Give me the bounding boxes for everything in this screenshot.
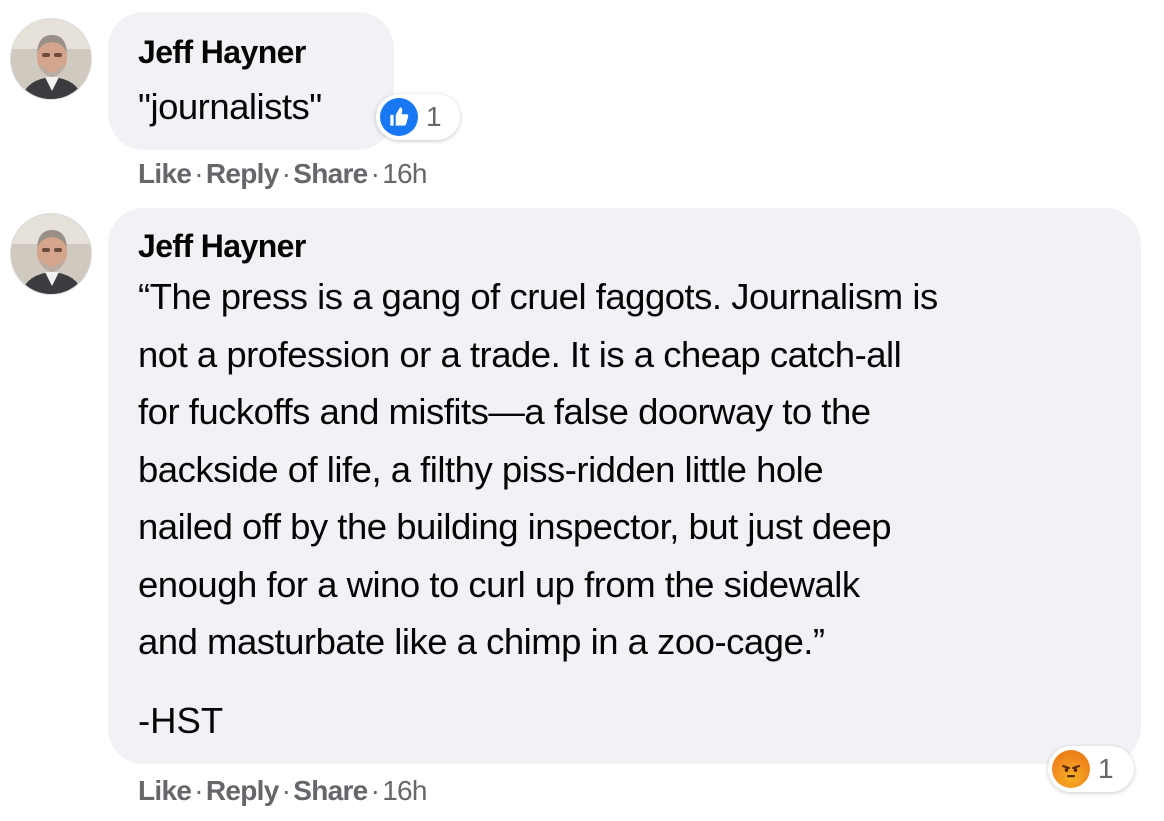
- reply-button[interactable]: Reply: [206, 158, 279, 189]
- timestamp[interactable]: 16h: [382, 775, 427, 806]
- like-button[interactable]: Like: [138, 158, 192, 189]
- reaction-count: 1: [426, 101, 442, 132]
- comment-line: and masturbate like a chimp in a zoo-cag…: [138, 621, 825, 662]
- comment: Jeff Hayner “The press is a gang of crue…: [0, 200, 1164, 821]
- comment-bubble: Jeff Hayner "journalists": [108, 12, 394, 150]
- timestamp[interactable]: 16h: [382, 158, 427, 189]
- comment-signature: -HST: [138, 700, 224, 741]
- comment-bubble: Jeff Hayner “The press is a gang of crue…: [108, 208, 1141, 764]
- share-button[interactable]: Share: [293, 775, 368, 806]
- comment-line: backside of life, a filthy piss-ridden l…: [138, 448, 824, 490]
- comment-actions: Like · Reply · Share · 16h: [138, 158, 428, 190]
- separator: ·: [281, 158, 291, 189]
- avatar-image: [11, 19, 91, 99]
- separator: ·: [370, 775, 380, 806]
- comment: Jeff Hayner "journalists" 1 Like · Reply · S…: [0, 0, 1164, 200]
- comment-line: not a profession or a trade. It is a che…: [138, 333, 902, 375]
- angry-icon: [1052, 750, 1090, 788]
- comment-line: “The press is a gang of cruel faggots. J…: [138, 276, 938, 317]
- avatar[interactable]: [10, 213, 92, 295]
- like-button[interactable]: Like: [138, 775, 192, 806]
- reaction-badge[interactable]: 1: [376, 94, 460, 140]
- comment-author[interactable]: Jeff Hayner: [138, 228, 306, 265]
- comment-line: enough for a wino to curl up from the si…: [138, 563, 860, 605]
- avatar[interactable]: [10, 18, 92, 100]
- avatar-image: [11, 214, 91, 294]
- reaction-badge[interactable]: 1: [1048, 746, 1134, 792]
- like-icon: [380, 98, 418, 136]
- reaction-count: 1: [1098, 753, 1114, 784]
- separator: ·: [194, 158, 203, 189]
- separator: ·: [194, 775, 203, 806]
- separator: ·: [281, 775, 291, 806]
- separator: ·: [370, 158, 380, 189]
- comment-line: nailed off by the building inspector, bu…: [138, 506, 892, 547]
- comment-author[interactable]: Jeff Hayner: [138, 34, 306, 71]
- comment-text: "journalists": [138, 86, 322, 127]
- comment-line: for fuckoffs and misfits—a false doorway…: [138, 391, 871, 432]
- share-button[interactable]: Share: [293, 158, 368, 189]
- comment-actions: Like · Reply · Share · 16h: [138, 775, 428, 807]
- reply-button[interactable]: Reply: [206, 775, 279, 806]
